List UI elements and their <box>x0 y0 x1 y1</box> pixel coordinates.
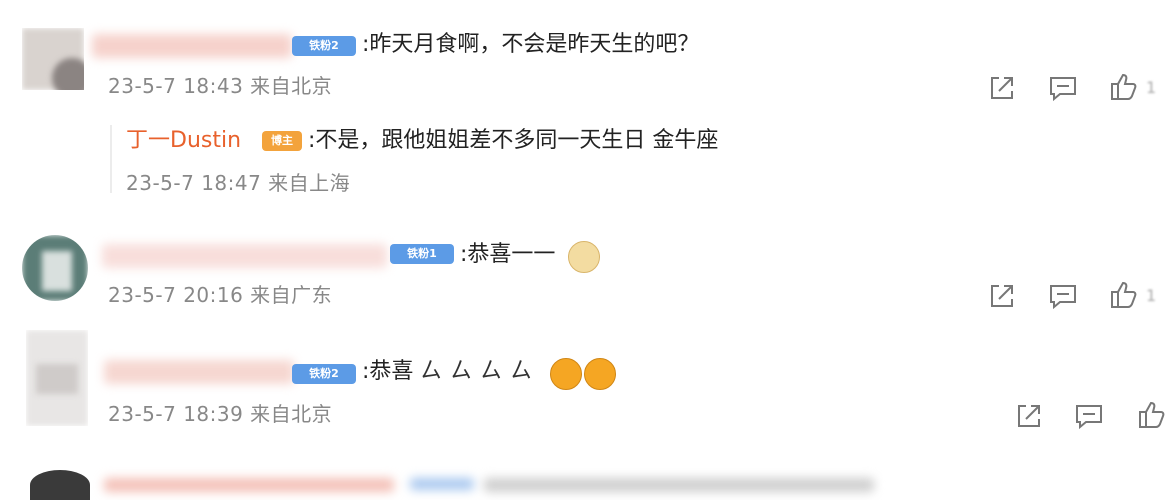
host-badge: 博主 <box>262 131 302 151</box>
reply-meta: 23-5-7 18:47 来自上海 <box>126 171 351 195</box>
reply-author[interactable]: 丁一Dustin <box>126 126 241 156</box>
share-icon[interactable] <box>1012 398 1046 432</box>
like-count: 1 <box>1146 78 1157 97</box>
like-icon[interactable] <box>1106 70 1140 104</box>
avatar[interactable] <box>30 470 90 500</box>
avatar[interactable] <box>22 28 84 90</box>
comment-icon[interactable] <box>1046 70 1080 104</box>
share-icon[interactable] <box>985 278 1019 312</box>
doge-emoji <box>568 241 600 273</box>
avatar[interactable] <box>22 235 88 301</box>
like-count: 1 <box>1146 286 1157 305</box>
fan-badge: 铁粉2 <box>292 364 356 384</box>
comment-text: :昨天月食啊，不会是昨天生的吧？ <box>362 32 700 57</box>
comment-meta: 23-5-7 18:43 来自北京 <box>108 74 333 98</box>
share-icon[interactable] <box>985 70 1019 104</box>
comment-text: :恭喜 <box>362 359 414 384</box>
comment-icon[interactable] <box>1072 398 1106 432</box>
badge-blurred <box>410 478 474 490</box>
comment-text: :恭喜一一 <box>460 242 556 267</box>
reply-text: :不是，跟他姐姐差不多同一天生日 金牛座 <box>308 128 719 153</box>
laughing-emoji <box>584 358 616 390</box>
comment-symbols: ㄙㄙㄙㄙ <box>420 359 541 384</box>
username-blurred[interactable] <box>104 360 294 384</box>
comment-text-blurred <box>484 478 874 492</box>
fan-badge: 铁粉1 <box>390 244 454 264</box>
fan-badge: 铁粉2 <box>292 36 356 56</box>
laughing-emoji <box>550 358 582 390</box>
username-blurred[interactable] <box>92 34 292 58</box>
comment-meta: 23-5-7 20:16 来自广东 <box>108 283 333 307</box>
reply-divider <box>110 125 112 193</box>
username-blurred[interactable] <box>102 244 387 268</box>
comment-meta: 23-5-7 18:39 来自北京 <box>108 402 333 426</box>
username-blurred[interactable] <box>104 478 394 492</box>
like-icon[interactable] <box>1106 278 1140 312</box>
avatar[interactable] <box>26 330 88 426</box>
like-icon[interactable] <box>1134 398 1168 432</box>
comment-icon[interactable] <box>1046 278 1080 312</box>
